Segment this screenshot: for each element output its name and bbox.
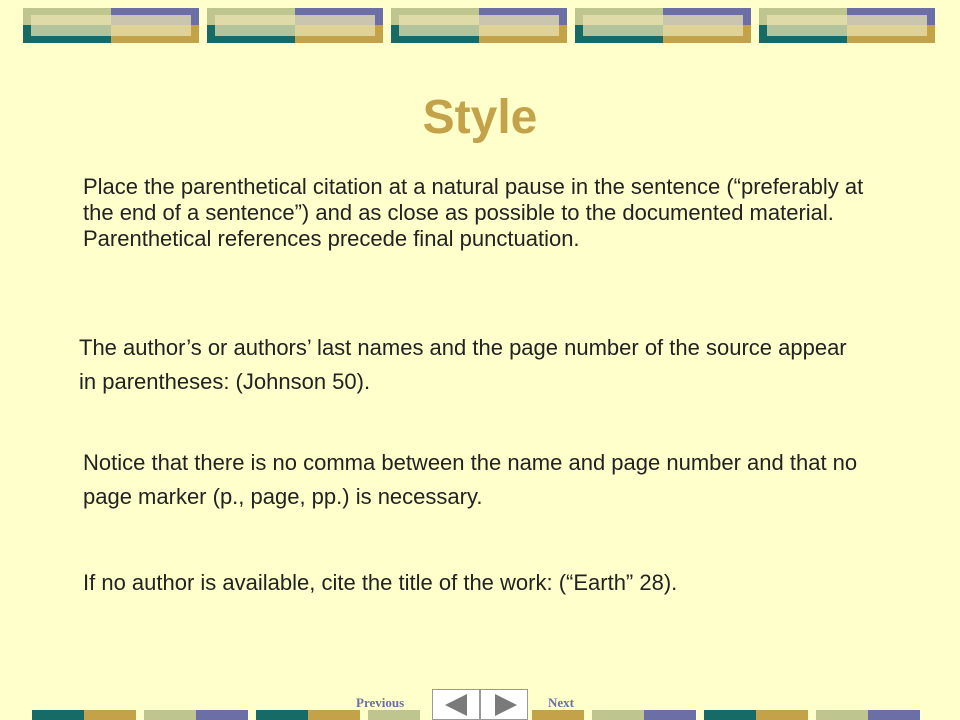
slide-title: Style <box>422 91 538 144</box>
paragraph-citation-placement: Place the parenthetical citation at a na… <box>83 174 864 251</box>
next-link[interactable]: Next <box>548 695 574 711</box>
header-tile <box>575 8 751 43</box>
paragraph-no-author: If no author is available, cite the titl… <box>83 570 678 595</box>
triangle-left-icon <box>445 694 467 716</box>
paragraph-no-comma: Notice that there is no comma between th… <box>83 450 858 509</box>
header-tile <box>207 8 383 43</box>
next-button[interactable] <box>480 689 528 720</box>
previous-button[interactable] <box>432 689 480 720</box>
header-tile <box>759 8 935 43</box>
previous-link[interactable]: Previous <box>356 695 404 711</box>
header-tile <box>23 8 199 43</box>
paragraph-author-page: The author’s or authors’ last names and … <box>79 335 847 394</box>
header-tile <box>391 8 567 43</box>
top-decorative-band <box>0 0 960 50</box>
triangle-right-icon <box>495 694 517 716</box>
